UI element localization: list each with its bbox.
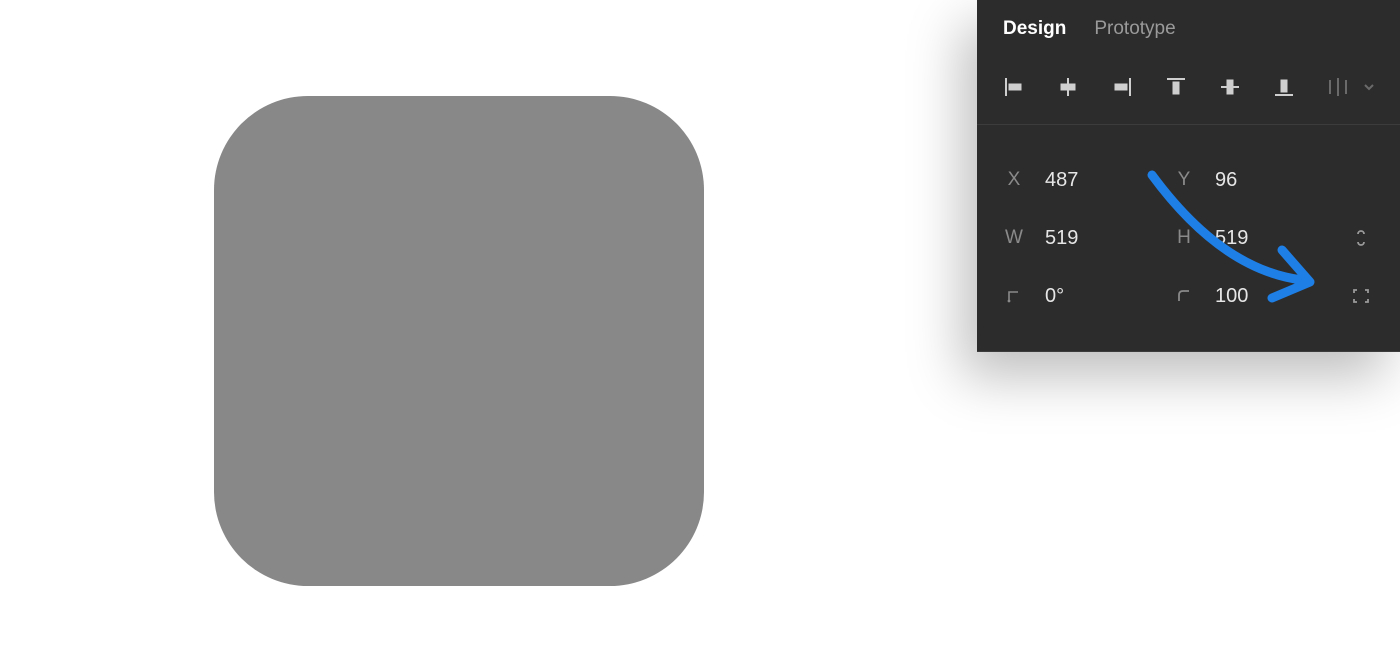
distribute-spacing-icon[interactable] [1327,74,1349,100]
w-label: W [1003,227,1025,249]
w-input[interactable] [1045,227,1115,250]
independent-corners-icon[interactable] [1348,283,1374,309]
panel-tabs: Design Prototype [977,0,1400,58]
align-right-icon[interactable] [1111,74,1133,100]
h-label: H [1173,227,1195,249]
transform-properties: X Y W H [977,125,1400,352]
constrain-proportions-icon[interactable] [1348,225,1374,251]
align-vertical-center-icon[interactable] [1219,74,1241,100]
tab-design[interactable]: Design [1003,18,1066,40]
rotation-icon [1003,288,1025,304]
h-input[interactable] [1215,227,1285,250]
x-input[interactable] [1045,169,1115,192]
y-label: Y [1173,169,1195,191]
y-input[interactable] [1215,169,1285,192]
rotation-corner-row [1003,267,1374,325]
selected-shape[interactable] [214,96,704,586]
align-top-icon[interactable] [1165,74,1187,100]
size-row: W H [1003,209,1374,267]
alignment-row [977,58,1400,125]
more-align-options-icon[interactable] [1363,74,1375,100]
x-label: X [1003,169,1025,191]
corner-radius-input[interactable] [1215,285,1285,308]
design-panel: Design Prototype X [977,0,1400,352]
tab-prototype[interactable]: Prototype [1094,18,1175,40]
align-left-icon[interactable] [1003,74,1025,100]
rotation-input[interactable] [1045,285,1115,308]
position-row: X Y [1003,151,1374,209]
align-horizontal-center-icon[interactable] [1057,74,1079,100]
align-bottom-icon[interactable] [1273,74,1295,100]
corner-radius-icon [1173,288,1195,304]
